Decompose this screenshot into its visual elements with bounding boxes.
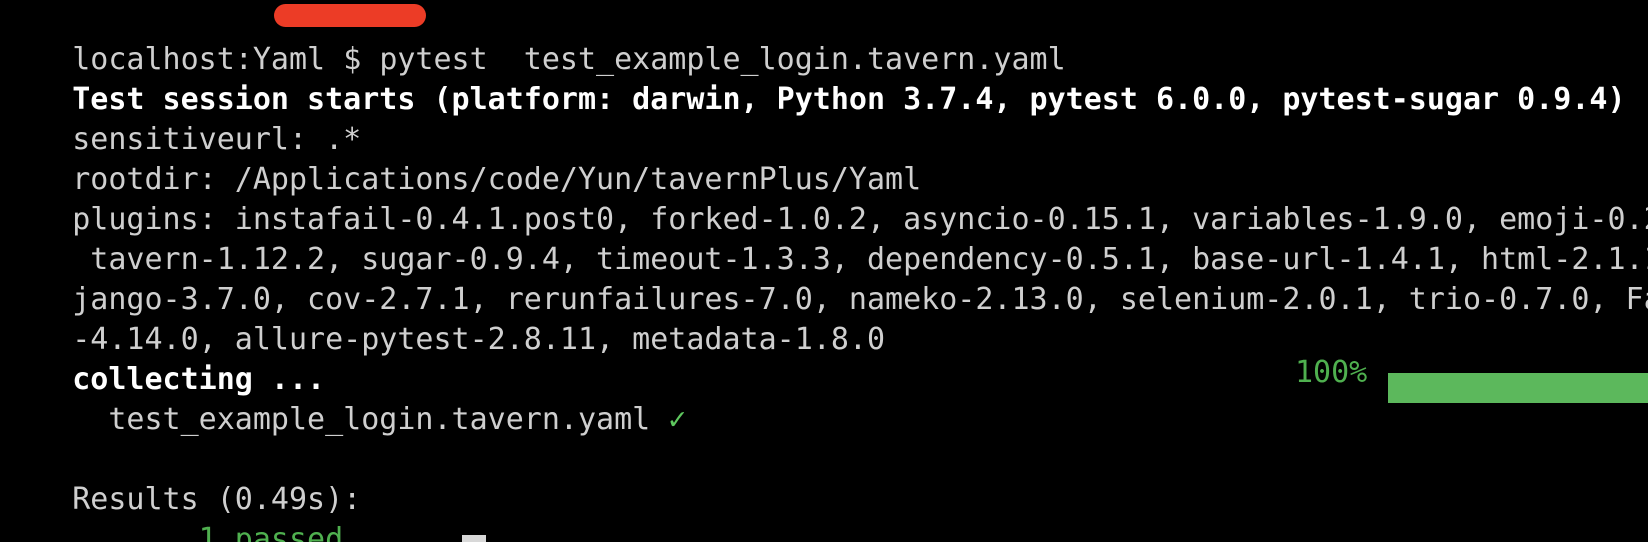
test-file-name: test_example_login.tavern.yaml [72, 402, 669, 437]
passed-count-text: 1 passed [72, 522, 344, 542]
terminal-window: localhost:Yaml $ pytest test_example_log… [0, 0, 1648, 542]
progress-percent-label: 100% [1295, 355, 1368, 390]
progress-bar-fill [1388, 373, 1648, 403]
plugins-line-1: plugins: instafail-0.4.1.post0, forked-1… [0, 160, 1648, 237]
plugins-line-2: tavern-1.12.2, sugar-0.9.4, timeout-1.3.… [0, 200, 1648, 277]
prompt-line: localhost:Yaml $ pytest test_example_log… [0, 0, 1648, 77]
plugins-line-3: jango-3.7.0, cov-2.7.1, rerunfailures-7.… [0, 240, 1648, 317]
plugins-line-4: -4.14.0, allure-pytest-2.8.11, metadata-… [0, 280, 1648, 357]
terminal-cursor [462, 535, 486, 542]
progress-bar-track [1388, 373, 1648, 403]
sensitiveurl-line: sensitiveurl: .* [0, 80, 1648, 157]
rootdir-line: rootdir: /Applications/code/Yun/tavernPl… [0, 120, 1648, 197]
collecting-line: collecting ... [0, 320, 1648, 397]
session-header-line: Test session starts (platform: darwin, P… [0, 40, 1648, 117]
results-header-line: Results (0.49s): [0, 440, 1648, 517]
check-icon: ✓ [668, 402, 687, 437]
passed-summary-line: 1 passed [0, 480, 1648, 542]
redaction-bar [274, 4, 426, 27]
